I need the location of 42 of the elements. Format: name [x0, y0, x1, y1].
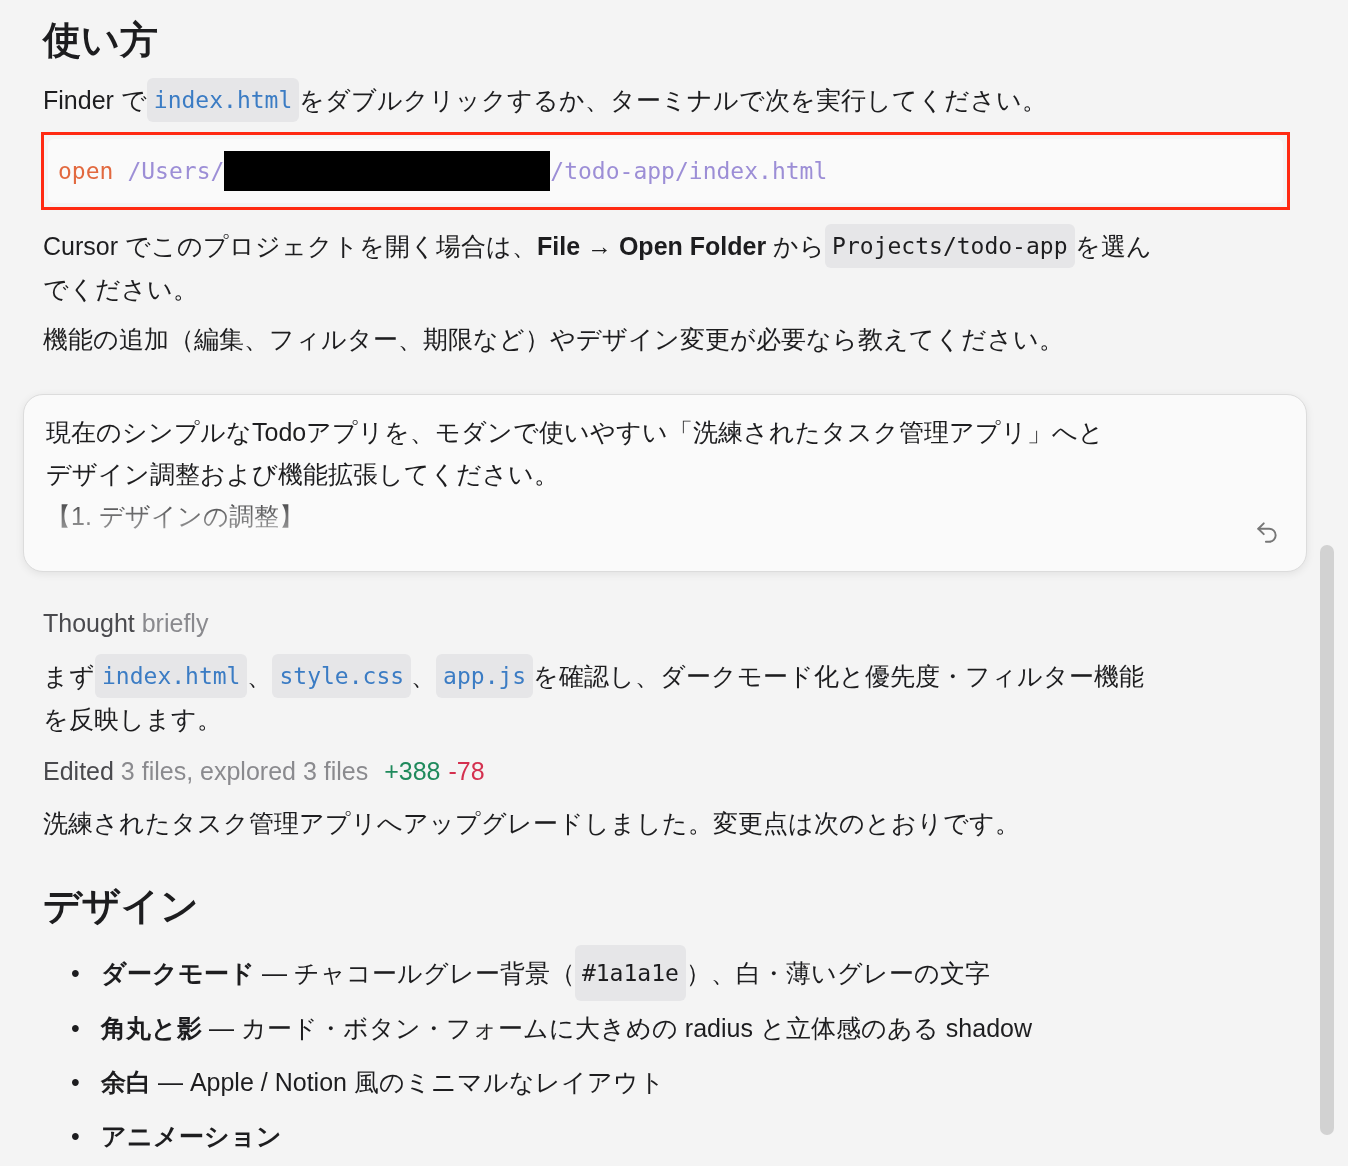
- inline-code: index.html: [146, 77, 300, 122]
- bullet-marker: •: [71, 958, 81, 990]
- text: ダークモード — チャコールグレー背景（: [101, 958, 575, 990]
- summary-text: 洗練されたタスク管理アプリへアップグレードしました。変更点は次のとおりです。: [43, 807, 1021, 839]
- command-keyword: open: [58, 157, 114, 184]
- text: でください。: [43, 273, 198, 305]
- path-text: /todo-app/index.html: [550, 157, 828, 184]
- text: をダブルクリックするか、ターミナルで次を実行してください。: [299, 84, 1048, 116]
- scrollbar[interactable]: [1320, 545, 1334, 1135]
- inline-code: Projects/todo-app: [825, 223, 1075, 268]
- text: 余白 — Apple / Notion 風のミニマルなレイアウト: [101, 1067, 665, 1099]
- text: 、: [247, 660, 273, 692]
- prompt-text: デザイン調整および機能拡張してください。: [46, 458, 559, 490]
- thought-detail: briefly: [141, 608, 209, 637]
- bullet-marker: •: [71, 1121, 81, 1153]
- edits-detail: 3 files, explored 3 files: [120, 756, 369, 785]
- text: Finder で: [43, 84, 147, 116]
- section-heading: デザイン: [43, 883, 200, 929]
- removed-count: -78: [448, 756, 485, 785]
- bullet-marker: •: [71, 1067, 81, 1099]
- text: 、: [411, 660, 437, 692]
- text: アニメーション: [101, 1121, 282, 1153]
- text: を確認し、ダークモード化と優先度・フィルター機能: [533, 660, 1145, 692]
- text: 角丸と影 — カード・ボタン・フォームに大きめの radius と立体感のある shadow: [101, 1013, 1032, 1045]
- path-text: /Users/: [127, 157, 225, 184]
- edits-label[interactable]: Edited: [43, 756, 114, 785]
- text: を反映します。: [43, 703, 222, 735]
- inline-code: #1a1a1e: [574, 945, 686, 1002]
- prompt-text: 【1. デザインの調整】: [46, 500, 304, 532]
- text: 機能の追加（編集、フィルター、期限など）やデザイン変更が必要なら教えてください。: [43, 323, 1064, 355]
- prompt-text: 現在のシンプルなTodoアプリを、モダンで使いやすい「洗練されたタスク管理アプリ」へと: [46, 416, 1105, 448]
- added-count: +388: [384, 756, 441, 785]
- text: ）、白・薄いグレーの文字: [685, 958, 990, 990]
- inline-code: index.html: [95, 653, 248, 698]
- inline-code: style.css: [272, 653, 412, 698]
- thought-label[interactable]: Thought: [43, 608, 135, 637]
- section-heading: 使い方: [43, 18, 159, 63]
- text: を選ん: [1074, 230, 1152, 262]
- bullet-marker: •: [71, 1013, 81, 1045]
- text: まず: [43, 660, 95, 692]
- text: Cursor でこのプロジェクトを開く場合は、File → Open Folder から: [43, 230, 826, 262]
- inline-code: app.js: [436, 653, 534, 698]
